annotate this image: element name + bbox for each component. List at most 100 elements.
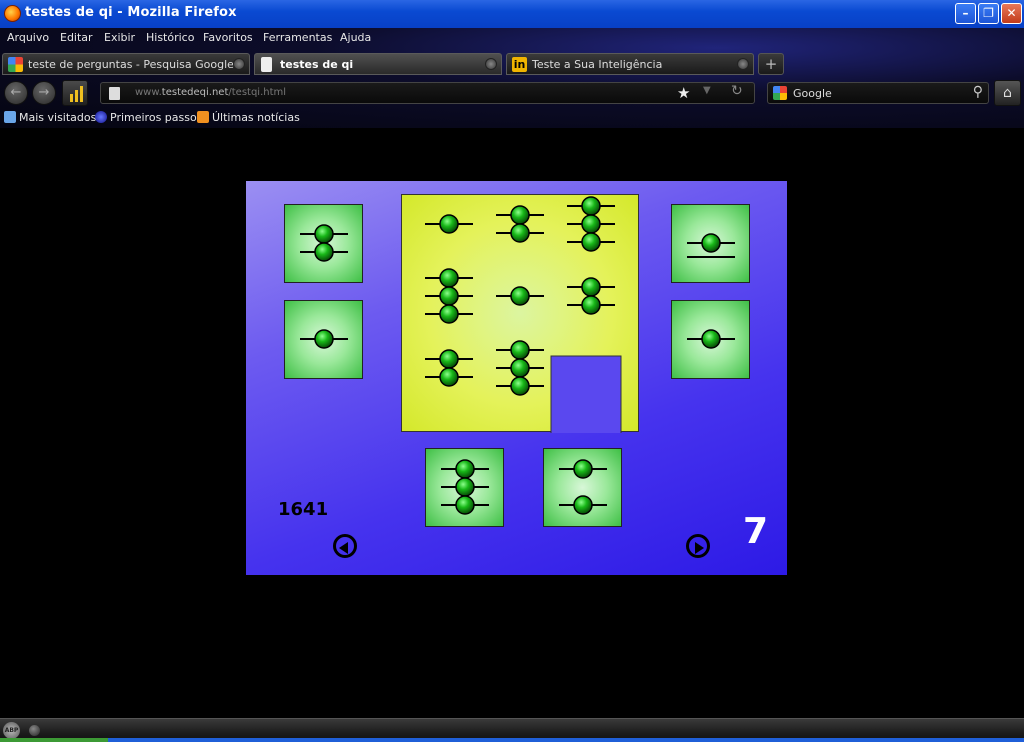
search-engine-label: Google: [793, 87, 832, 100]
green-ball: [581, 214, 601, 234]
ball-figure: [425, 196, 622, 433]
green-ball: [510, 340, 530, 360]
adblock-icon[interactable]: ABP: [3, 722, 20, 739]
google-icon: [773, 86, 787, 100]
ball-figure: [300, 224, 348, 262]
bar-chart-icon: [70, 86, 83, 102]
ball-figure: [300, 329, 348, 349]
tab-label: Teste a Sua Inteligência: [532, 58, 663, 71]
bookmark-ultimas-noticias[interactable]: Últimas notícias: [197, 111, 300, 124]
green-ball: [439, 214, 459, 234]
green-ball: [439, 349, 459, 369]
green-ball: [510, 205, 530, 225]
next-question-button[interactable]: [686, 534, 710, 558]
bookmark-primeiros-passos[interactable]: Primeiros passos: [95, 111, 202, 124]
green-ball: [314, 224, 334, 244]
green-ball: [510, 286, 530, 306]
answer-option-top-left[interactable]: [284, 204, 363, 283]
close-button[interactable]: ✕: [1001, 3, 1022, 24]
browser-chrome: Arquivo Editar Exibir Histórico Favorito…: [0, 28, 1024, 128]
rss-icon: [197, 111, 209, 123]
green-ball: [439, 304, 459, 324]
address-bar[interactable]: www.testedeqi.net/testqi.html ★ ▼ ↻: [100, 82, 755, 104]
ball-figure: [559, 459, 607, 515]
green-ball: [439, 268, 459, 288]
menu-favoritos[interactable]: Favoritos: [203, 31, 253, 44]
green-ball: [581, 232, 601, 252]
windows-taskbar: [0, 738, 1024, 742]
stats-button[interactable]: [62, 80, 88, 106]
green-ball: [573, 495, 593, 515]
window-titlebar: testes de qi - Mozilla Firefox – ❐ ✕: [0, 0, 1024, 28]
answer-option-top-right[interactable]: [671, 204, 750, 283]
tab-testes-de-qi[interactable]: testes de qi: [254, 53, 502, 75]
tab-label: teste de perguntas - Pesquisa Google: [28, 58, 234, 71]
home-button[interactable]: ⌂: [994, 80, 1021, 106]
menu-exibir[interactable]: Exibir: [104, 31, 135, 44]
green-ball: [439, 286, 459, 306]
bookmarks-toolbar: Mais visitados Primeiros passos Últimas …: [0, 108, 1024, 128]
bookmark-mais-visitados[interactable]: Mais visitados: [4, 111, 96, 124]
green-ball: [314, 329, 334, 349]
folder-icon: [4, 111, 16, 123]
tab-close-icon[interactable]: [737, 58, 749, 70]
tab-close-icon[interactable]: [485, 58, 497, 70]
green-ball: [581, 295, 601, 315]
tab-label: testes de qi: [280, 58, 354, 71]
in-icon: in: [512, 57, 527, 72]
history-dropdown-icon[interactable]: ▼: [703, 85, 711, 96]
green-ball: [701, 233, 721, 253]
forward-button[interactable]: →: [32, 81, 56, 105]
ball-figure: [687, 329, 735, 349]
page-icon: [109, 87, 120, 100]
page-content: 1641 7: [0, 128, 1024, 718]
menu-arquivo[interactable]: Arquivo: [7, 31, 49, 44]
new-tab-button[interactable]: +: [758, 53, 784, 75]
bookmark-star-icon[interactable]: ★: [677, 84, 690, 102]
firefox-icon: [4, 5, 21, 22]
green-ball: [314, 242, 334, 262]
menu-bar: Arquivo Editar Exibir Histórico Favorito…: [0, 28, 1024, 47]
menu-ferramentas[interactable]: Ferramentas: [263, 31, 332, 44]
answer-option-mid-left[interactable]: [284, 300, 363, 379]
globe-icon: [95, 111, 107, 123]
green-ball: [701, 329, 721, 349]
green-ball: [455, 459, 475, 479]
question-number: 7: [743, 511, 769, 552]
tab-close-icon[interactable]: [233, 58, 245, 70]
green-ball: [510, 376, 530, 396]
score-counter: 1641: [278, 499, 329, 520]
window-title: testes de qi - Mozilla Firefox: [25, 5, 237, 20]
iq-test-panel: 1641 7: [246, 181, 787, 575]
reload-icon[interactable]: ↻: [731, 83, 743, 99]
search-icon[interactable]: ⚲: [973, 84, 983, 100]
search-bar[interactable]: Google ⚲: [767, 82, 989, 104]
answer-option-mid-right[interactable]: [671, 300, 750, 379]
answer-option-bottom-right[interactable]: [543, 448, 622, 527]
green-ball: [455, 495, 475, 515]
green-ball: [581, 277, 601, 297]
green-ball: [510, 358, 530, 378]
puzzle-matrix: [401, 194, 639, 433]
tab-teste-inteligencia[interactable]: in Teste a Sua Inteligência: [506, 53, 754, 75]
previous-question-button[interactable]: [333, 534, 357, 558]
ball-figure: [687, 233, 735, 258]
green-ball: [573, 459, 593, 479]
missing-cell: [550, 355, 622, 433]
restore-button[interactable]: ❐: [978, 3, 999, 24]
green-ball: [439, 367, 459, 387]
menu-historico[interactable]: Histórico: [146, 31, 194, 44]
page-icon: [261, 57, 272, 72]
ball-figure: [441, 459, 489, 515]
minimize-button[interactable]: –: [955, 3, 976, 24]
tab-google-search[interactable]: teste de perguntas - Pesquisa Google: [2, 53, 250, 75]
menu-editar[interactable]: Editar: [60, 31, 93, 44]
back-button[interactable]: ←: [4, 81, 28, 105]
address-url: www.testedeqi.net/testqi.html: [135, 87, 287, 98]
green-ball: [581, 196, 601, 216]
status-indicator-icon: [29, 725, 40, 736]
google-icon: [8, 57, 23, 72]
answer-option-bottom-left[interactable]: [425, 448, 504, 527]
menu-ajuda[interactable]: Ajuda: [340, 31, 371, 44]
green-ball: [455, 477, 475, 497]
